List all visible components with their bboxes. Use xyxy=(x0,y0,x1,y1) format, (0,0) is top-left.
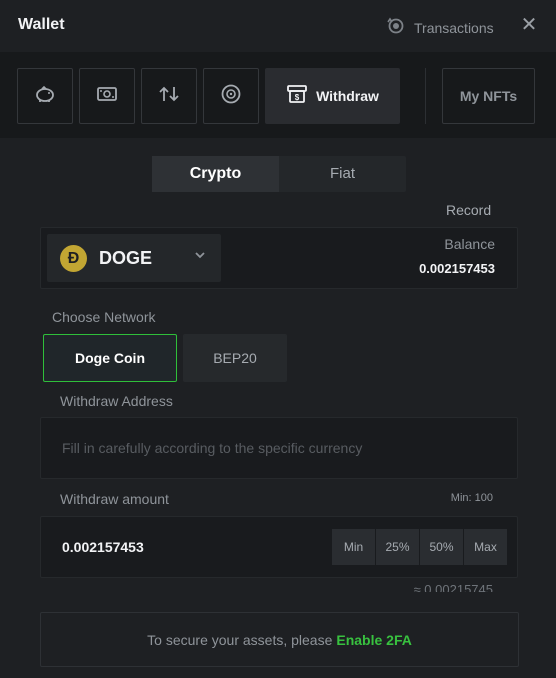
doge-coin-icon: Ð xyxy=(60,245,87,272)
network-option-doge-coin[interactable]: Doge Coin xyxy=(43,334,177,382)
crypto-fiat-toggle: Crypto Fiat xyxy=(152,156,406,192)
tab-swap[interactable] xyxy=(141,68,197,124)
tab-deposit[interactable] xyxy=(17,68,73,124)
tab-my-nfts-label: My NFTs xyxy=(459,88,518,104)
withdraw-address-input[interactable] xyxy=(41,418,517,478)
tab-divider xyxy=(425,68,426,124)
quick-50-button[interactable]: 50% xyxy=(420,529,463,565)
twofa-notice: To secure your assets, please Enable 2FA xyxy=(40,612,519,667)
wallet-title: Wallet xyxy=(18,16,65,33)
tab-my-nfts[interactable]: My NFTs xyxy=(442,68,535,124)
quick-amount-buttons: Min 25% 50% Max xyxy=(332,529,507,565)
approx-value: ≈ 0.00215745 xyxy=(413,582,493,592)
transactions-label: Transactions xyxy=(414,19,494,36)
wallet-tab-bar: $ Withdraw My NFTs xyxy=(0,52,556,138)
banknote-icon xyxy=(96,85,118,108)
transactions-link[interactable]: Transactions xyxy=(386,16,494,39)
tab-withdraw[interactable]: $ Withdraw xyxy=(265,68,400,124)
tab-withdraw-label: Withdraw xyxy=(316,88,379,104)
withdraw-amount-value[interactable]: 0.002157453 xyxy=(62,539,144,555)
piggy-bank-icon xyxy=(34,84,56,109)
segment-crypto[interactable]: Crypto xyxy=(152,156,279,192)
close-icon[interactable]: ✕ xyxy=(518,14,540,36)
chevron-down-icon xyxy=(193,248,207,262)
balance-value: 0.002157453 xyxy=(419,261,495,276)
record-link[interactable]: Record xyxy=(446,202,491,218)
segment-fiat[interactable]: Fiat xyxy=(279,156,406,192)
quick-max-button[interactable]: Max xyxy=(464,529,507,565)
coin-selector[interactable]: Ð DOGE xyxy=(47,234,221,282)
svg-text:$: $ xyxy=(295,93,300,102)
coin-name: DOGE xyxy=(99,248,153,268)
vault-icon xyxy=(220,83,242,110)
cash-register-icon: $ xyxy=(286,84,308,109)
twofa-text: To secure your assets, please xyxy=(147,631,333,648)
withdraw-address-label: Withdraw Address xyxy=(60,393,173,409)
swap-arrows-icon xyxy=(157,84,181,109)
network-label: Choose Network xyxy=(52,309,156,325)
withdraw-min-text: Min: 100 xyxy=(450,492,493,504)
tab-buy[interactable] xyxy=(79,68,135,124)
coin-panel: Ð DOGE Balance 0.002157453 xyxy=(40,227,518,289)
withdraw-amount-field[interactable]: 0.002157453 Min 25% 50% Max xyxy=(40,516,518,578)
enable-2fa-link[interactable]: Enable 2FA xyxy=(336,632,411,648)
quick-min-button[interactable]: Min xyxy=(332,529,375,565)
network-option-bep20[interactable]: BEP20 xyxy=(183,334,287,382)
withdraw-address-field xyxy=(40,417,518,479)
wallet-header: Wallet Transactions ✕ xyxy=(0,0,556,52)
balance-label: Balance xyxy=(444,236,495,252)
transactions-icon xyxy=(386,16,406,39)
tab-vault[interactable] xyxy=(203,68,259,124)
quick-25-button[interactable]: 25% xyxy=(376,529,419,565)
withdraw-amount-label: Withdraw amount xyxy=(60,491,169,507)
